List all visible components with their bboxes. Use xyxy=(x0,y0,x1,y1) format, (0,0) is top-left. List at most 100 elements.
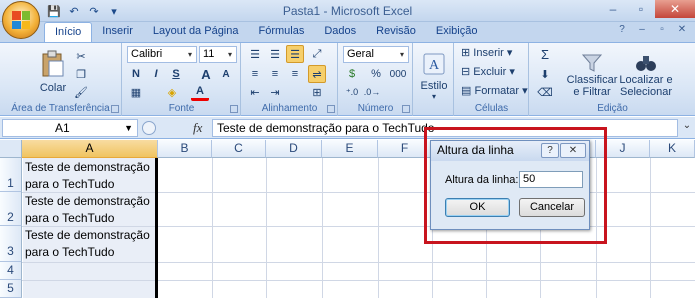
decrease-decimal-icon[interactable]: .0→ xyxy=(363,83,381,101)
cell-a3-line1[interactable]: Teste de demonstração xyxy=(25,227,150,244)
row-header-4[interactable]: 4 xyxy=(0,262,22,280)
thousands-button[interactable]: 000 xyxy=(387,65,409,83)
bold-button[interactable]: N xyxy=(127,65,145,83)
dialog-close-button[interactable]: ✕ xyxy=(560,143,586,158)
insert-cells-button[interactable]: ⊞ Inserir ▾ xyxy=(461,46,512,59)
autosum-icon[interactable]: Σ xyxy=(536,45,554,63)
minimize-button[interactable]: – xyxy=(599,0,627,18)
row-header-2[interactable]: 2 xyxy=(0,192,22,226)
row-header-5[interactable]: 5 xyxy=(0,280,22,298)
tab-inicio[interactable]: Início xyxy=(44,22,93,42)
chevron-down-icon: ▾ xyxy=(187,50,192,59)
help-icon[interactable]: ? xyxy=(615,24,629,38)
align-bottom-icon[interactable]: ☰ xyxy=(286,45,304,63)
clipboard-launcher-icon[interactable] xyxy=(111,105,119,113)
align-center-icon[interactable]: ≡ xyxy=(266,65,284,83)
dialog-help-button[interactable]: ? xyxy=(541,143,559,158)
alignment-launcher-icon[interactable] xyxy=(327,105,335,113)
clear-icon[interactable]: ⌫ xyxy=(536,83,554,101)
column-header-c[interactable]: C xyxy=(212,140,266,158)
borders-icon[interactable]: ▦ xyxy=(127,83,145,101)
cell-a1-line1[interactable]: Teste de demonstração xyxy=(25,159,150,176)
format-icon: ▤ xyxy=(461,85,472,97)
paste-icon xyxy=(42,50,64,77)
tab-layout-da-pagina[interactable]: Layout da Página xyxy=(143,22,249,42)
tab-formulas[interactable]: Fórmulas xyxy=(249,22,315,42)
close-button[interactable]: ✕ xyxy=(655,0,695,18)
gridline xyxy=(378,158,379,298)
tab-dados[interactable]: Dados xyxy=(314,22,366,42)
row-height-input[interactable]: 50 xyxy=(519,171,583,188)
align-top-icon[interactable]: ☰ xyxy=(246,45,264,63)
select-all-button[interactable] xyxy=(0,140,22,158)
row-header-3[interactable]: 3 xyxy=(0,226,22,262)
workbook-minimize-button[interactable]: – xyxy=(635,24,649,38)
cell-a3-line2[interactable]: para o TechTudo xyxy=(25,244,114,261)
insert-function-button[interactable]: fx xyxy=(193,120,202,136)
cancel-button[interactable]: Cancelar xyxy=(519,198,585,217)
tab-revisao[interactable]: Revisão xyxy=(366,22,426,42)
merge-center-icon[interactable]: ⊞ xyxy=(308,83,326,101)
shrink-font-button[interactable]: A xyxy=(217,65,235,83)
increase-decimal-icon[interactable]: ⁺.0 xyxy=(343,83,361,101)
font-color-button[interactable]: A xyxy=(191,83,209,101)
format-painter-icon[interactable]: 🖌 xyxy=(72,83,90,101)
tab-exibicao[interactable]: Exibição xyxy=(426,22,488,42)
column-header-a[interactable]: A xyxy=(22,140,158,158)
decrease-indent-icon[interactable]: ⇤ xyxy=(246,83,264,101)
delete-cells-button[interactable]: ⊟ Excluir ▾ xyxy=(461,65,515,78)
wrap-text-icon[interactable]: ⇌ xyxy=(308,65,326,83)
fill-icon[interactable]: ⬇ xyxy=(536,65,554,83)
column-header-b[interactable]: B xyxy=(158,140,212,158)
ok-button[interactable]: OK xyxy=(445,198,510,217)
alignment-group-label: Alinhamento xyxy=(261,103,318,114)
chevron-down-icon: ▾ xyxy=(431,91,436,101)
currency-button[interactable]: $ xyxy=(343,65,361,83)
active-column-border xyxy=(155,158,158,298)
gridline xyxy=(266,158,267,298)
find-select-button[interactable]: Localizar e Selecionar xyxy=(618,46,674,104)
align-right-icon[interactable]: ≡ xyxy=(286,65,304,83)
format-cells-button[interactable]: ▤ Formatar ▾ xyxy=(461,84,528,97)
copy-icon[interactable]: ❐ xyxy=(72,65,90,83)
styles-button[interactable]: A Estilo ▾ xyxy=(417,46,451,106)
italic-button[interactable]: I xyxy=(147,65,165,83)
number-launcher-icon[interactable] xyxy=(402,105,410,113)
percent-button[interactable]: % xyxy=(367,65,385,83)
office-button[interactable] xyxy=(2,1,40,39)
cut-icon[interactable]: ✂ xyxy=(72,47,90,65)
column-header-k[interactable]: K xyxy=(650,140,695,158)
gridline xyxy=(22,262,695,263)
paste-button[interactable]: Colar xyxy=(38,46,68,98)
increase-indent-icon[interactable]: ⇥ xyxy=(266,83,284,101)
align-left-icon[interactable]: ≡ xyxy=(246,65,264,83)
tab-inserir[interactable]: Inserir xyxy=(92,22,143,42)
clipboard-group: Colar ✂ ❐ 🖌 Área de Transferência xyxy=(0,43,122,116)
align-middle-icon[interactable]: ☰ xyxy=(266,45,284,63)
workbook-restore-button[interactable]: ▫ xyxy=(655,24,669,38)
cell-a1-line2[interactable]: para o TechTudo xyxy=(25,176,114,193)
name-box[interactable]: A1 ▼ xyxy=(2,119,138,137)
number-format-select[interactable]: Geral ▾ xyxy=(343,46,409,63)
fill-color-icon[interactable]: ◈ xyxy=(163,83,181,101)
font-group-label: Fonte xyxy=(168,103,195,114)
font-size-select[interactable]: 11 ▾ xyxy=(199,46,237,63)
font-launcher-icon[interactable] xyxy=(230,105,238,113)
underline-button[interactable]: S xyxy=(167,65,185,83)
cell-a2-line2[interactable]: para o TechTudo xyxy=(25,210,114,227)
gridline xyxy=(322,158,323,298)
font-name-select[interactable]: Calibri ▾ xyxy=(127,46,197,63)
orientation-icon[interactable]: ⤢ xyxy=(308,45,326,63)
workbook-close-button[interactable]: ✕ xyxy=(675,24,689,38)
format-cells-label: Formatar xyxy=(474,85,520,97)
find-select-label-1: Localizar e xyxy=(619,74,673,86)
expand-formula-bar-icon[interactable]: ⌄ xyxy=(681,120,693,136)
column-header-e[interactable]: E xyxy=(322,140,378,158)
row-header-1[interactable]: 1 xyxy=(0,158,22,192)
grow-font-button[interactable]: A xyxy=(197,65,215,83)
column-header-d[interactable]: D xyxy=(266,140,322,158)
cell-a2-line1[interactable]: Teste de demonstração xyxy=(25,193,150,210)
maximize-button[interactable]: ▫ xyxy=(627,0,655,18)
sort-filter-button[interactable]: Classificar e Filtrar xyxy=(567,46,617,104)
number-group: Geral ▾ $ % 000 ⁺.0 .0→ Número xyxy=(339,43,413,116)
